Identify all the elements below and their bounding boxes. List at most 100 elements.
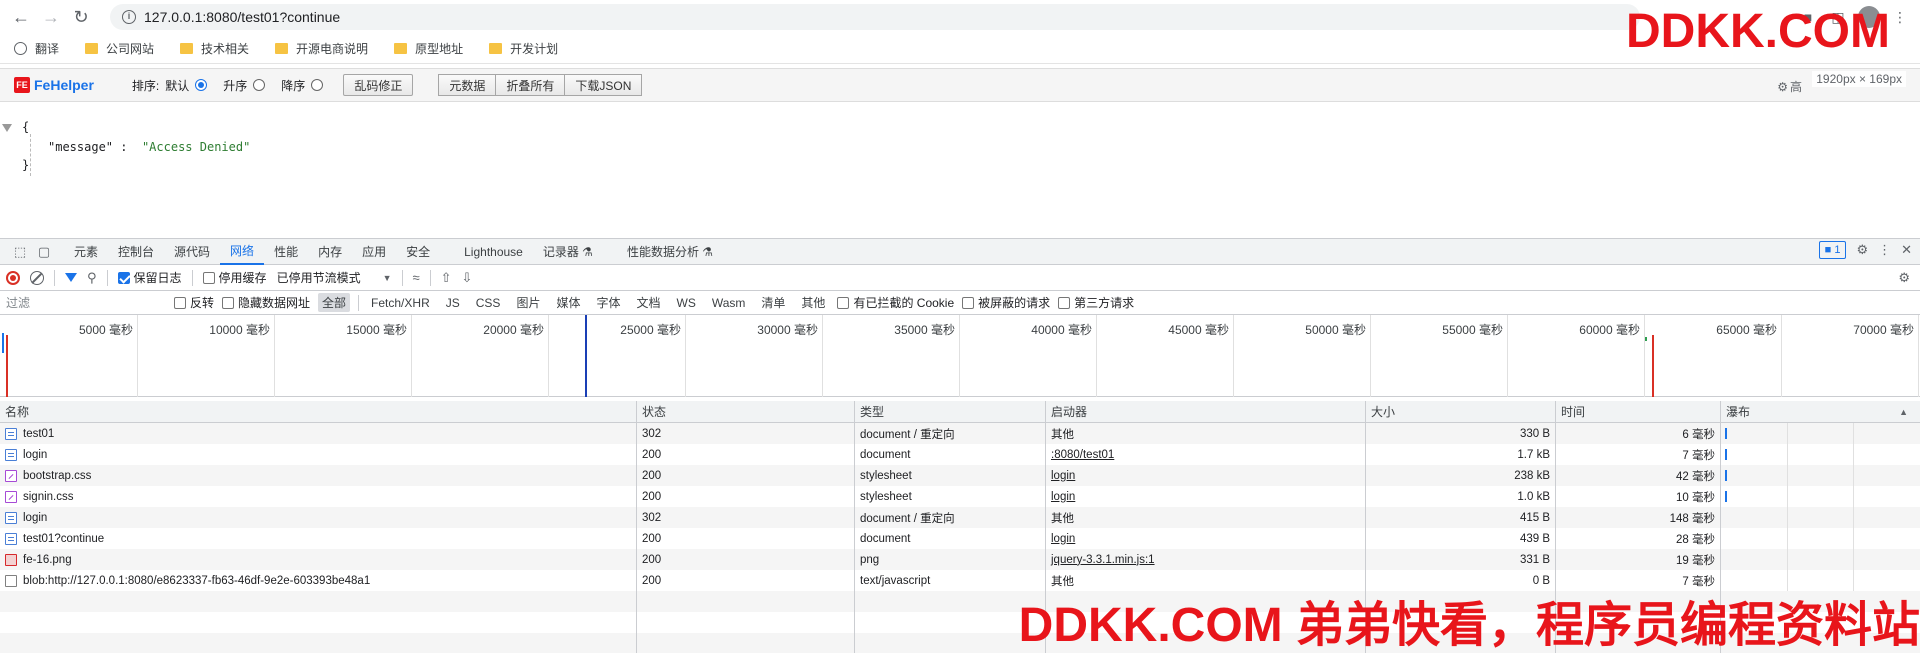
- type-filter-media[interactable]: 媒体: [552, 293, 584, 312]
- cell-name[interactable]: test01: [0, 423, 637, 444]
- cell-name[interactable]: login: [0, 444, 637, 465]
- bookmark-tech[interactable]: 技术相关: [180, 40, 249, 57]
- column-header-waterfall[interactable]: 瀑布 ▲: [1721, 401, 1920, 422]
- bookmark-translate[interactable]: 翻译: [14, 40, 59, 57]
- tab-performance[interactable]: 性能: [264, 239, 308, 265]
- invert-checkbox[interactable]: 反转: [174, 294, 214, 311]
- cell-name[interactable]: signin.css: [0, 486, 637, 507]
- type-filter-font[interactable]: 字体: [592, 293, 624, 312]
- inspect-element-icon[interactable]: ⬚: [8, 240, 32, 264]
- import-har-icon[interactable]: ⇧: [441, 270, 452, 286]
- cell-name[interactable]: blob:http://127.0.0.1:8080/e8623337-fb63…: [0, 570, 637, 591]
- download-json-button[interactable]: 下载JSON: [564, 74, 643, 96]
- type-filter-img[interactable]: 图片: [512, 293, 544, 312]
- sort-asc-radio[interactable]: [253, 79, 266, 91]
- network-settings-gear-icon[interactable]: ⚙: [1898, 270, 1910, 286]
- fix-encoding-button[interactable]: 乱码修正: [343, 74, 414, 96]
- settings-gear-icon[interactable]: ⚙: [1856, 242, 1868, 258]
- tab-lighthouse[interactable]: Lighthouse: [454, 239, 533, 265]
- initiator-text[interactable]: login: [1051, 470, 1075, 482]
- tab-performance-insights[interactable]: 性能数据分析 ⚗: [617, 239, 723, 265]
- filter-input[interactable]: 过滤: [6, 294, 166, 312]
- filter-icon[interactable]: [65, 273, 77, 282]
- type-filter-fetch-xhr[interactable]: Fetch/XHR: [367, 295, 434, 311]
- collapse-triangle-icon[interactable]: [2, 124, 12, 132]
- column-header-size[interactable]: 大小: [1366, 401, 1556, 422]
- tab-network[interactable]: 网络: [220, 239, 265, 265]
- column-header-name[interactable]: 名称: [0, 401, 637, 422]
- cell-name[interactable]: test01?continue: [0, 528, 637, 549]
- type-filter-wasm[interactable]: Wasm: [708, 295, 750, 311]
- type-filter-all[interactable]: 全部: [318, 293, 351, 312]
- initiator-text[interactable]: login: [1051, 491, 1075, 503]
- checkbox[interactable]: [174, 296, 186, 309]
- back-button[interactable]: ←: [6, 2, 36, 32]
- sort-desc-radio[interactable]: [311, 79, 324, 91]
- table-row[interactable]: fe-16.png 200 png jquery-3.3.1.min.js:1 331 …: [0, 549, 1920, 570]
- record-icon[interactable]: [6, 270, 20, 285]
- url-text[interactable]: 127.0.0.1:8080/test01?continue: [144, 9, 340, 25]
- column-header-time[interactable]: 时间: [1556, 401, 1721, 422]
- throttling-select[interactable]: 已停用节流模式 ▼: [277, 269, 392, 286]
- table-row[interactable]: blob:http://127.0.0.1:8080/e8623337-fb63…: [0, 570, 1920, 591]
- more-vert-icon[interactable]: ⋮: [1890, 7, 1910, 27]
- tab-application[interactable]: 应用: [352, 239, 396, 265]
- tab-memory[interactable]: 内存: [308, 239, 352, 265]
- cell-initiator[interactable]: jquery-3.3.1.min.js:1: [1046, 549, 1366, 570]
- type-filter-manifest[interactable]: 清单: [757, 293, 789, 312]
- checkbox[interactable]: [202, 271, 215, 284]
- checkbox[interactable]: [1058, 296, 1071, 309]
- tab-elements[interactable]: 元素: [64, 239, 108, 265]
- cell-name[interactable]: fe-16.png: [0, 549, 637, 570]
- checkbox[interactable]: [962, 296, 975, 309]
- preserve-log-checkbox[interactable]: 保留日志: [117, 269, 182, 286]
- forward-button[interactable]: →: [36, 2, 66, 32]
- bookmark-company-site[interactable]: 公司网站: [85, 40, 154, 57]
- disable-cache-checkbox[interactable]: 停用缓存: [202, 269, 267, 286]
- table-row[interactable]: test01 302 document / 重定向 其他 330 B6 毫秒: [0, 423, 1920, 444]
- table-row[interactable]: bootstrap.css 200 stylesheet login 238 kB 42 …: [0, 465, 1920, 486]
- blocked-requests-checkbox[interactable]: 被屏蔽的请求: [962, 294, 1050, 311]
- initiator-text[interactable]: :8080/test01: [1051, 449, 1114, 461]
- table-row[interactable]: login 200 document:8080/test01 1.7 kB 7 毫秒: [0, 444, 1920, 465]
- address-bar[interactable]: i 127.0.0.1:8080/test01?continue: [110, 4, 1640, 30]
- type-filter-ws[interactable]: WS: [673, 295, 700, 311]
- initiator-text[interactable]: jquery-3.3.1.min.js:1: [1051, 554, 1155, 566]
- bookmark-prototype[interactable]: 原型地址: [394, 40, 463, 57]
- bookmark-dev-plan[interactable]: 开发计划: [489, 40, 558, 57]
- table-row[interactable]: login 302 document / 重定向 其他 415 B 148 毫秒: [0, 507, 1920, 528]
- reload-button[interactable]: ↻: [66, 2, 96, 32]
- site-info-icon[interactable]: i: [122, 10, 136, 24]
- sort-default-radio[interactable]: [195, 79, 208, 91]
- collapse-all-button[interactable]: 折叠所有: [495, 74, 566, 96]
- third-party-checkbox[interactable]: 第三方请求: [1058, 294, 1134, 311]
- table-row[interactable]: test01?continue 200 document login 439 B 28 毫…: [0, 528, 1920, 549]
- tab-recorder[interactable]: 记录器 ⚗: [533, 239, 603, 265]
- more-vert-icon[interactable]: ⋮: [1878, 242, 1891, 258]
- cell-initiator[interactable]: login: [1046, 528, 1366, 549]
- bookmark-oss-ecommerce[interactable]: 开源电商说明: [275, 40, 368, 57]
- clear-icon[interactable]: [30, 270, 44, 285]
- initiator-text[interactable]: login: [1051, 533, 1075, 545]
- checkbox[interactable]: [837, 296, 850, 309]
- close-icon[interactable]: ✕: [1901, 242, 1912, 258]
- cell-initiator[interactable]: login: [1046, 486, 1366, 507]
- type-filter-other[interactable]: 其他: [797, 293, 829, 312]
- checkbox-checked[interactable]: [117, 271, 130, 284]
- tab-sources[interactable]: 源代码: [164, 239, 220, 265]
- hide-data-urls-checkbox[interactable]: 隐藏数据网址: [222, 294, 310, 311]
- cell-name[interactable]: bootstrap.css: [0, 465, 637, 486]
- type-filter-css[interactable]: CSS: [472, 295, 505, 311]
- device-toolbar-icon[interactable]: ▢: [32, 240, 56, 264]
- cell-name[interactable]: login: [0, 507, 637, 528]
- checkbox[interactable]: [222, 296, 235, 309]
- message-count-badge[interactable]: ■ 1: [1818, 241, 1847, 259]
- network-conditions-icon[interactable]: ≈: [413, 270, 420, 285]
- tab-security[interactable]: 安全: [396, 239, 440, 265]
- type-filter-doc[interactable]: 文档: [632, 293, 664, 312]
- fehelper-advanced[interactable]: ⚙ 高: [1777, 78, 1802, 95]
- table-row[interactable]: signin.css 200 stylesheet login 1.0 kB 10 毫秒: [0, 486, 1920, 507]
- column-header-type[interactable]: 类型: [855, 401, 1046, 422]
- search-icon[interactable]: ⚲: [87, 270, 97, 286]
- network-overview-timeline[interactable]: 5000 毫秒 10000 毫秒 15000 毫秒 20000 毫秒 25000 毫秒 3…: [0, 315, 1920, 397]
